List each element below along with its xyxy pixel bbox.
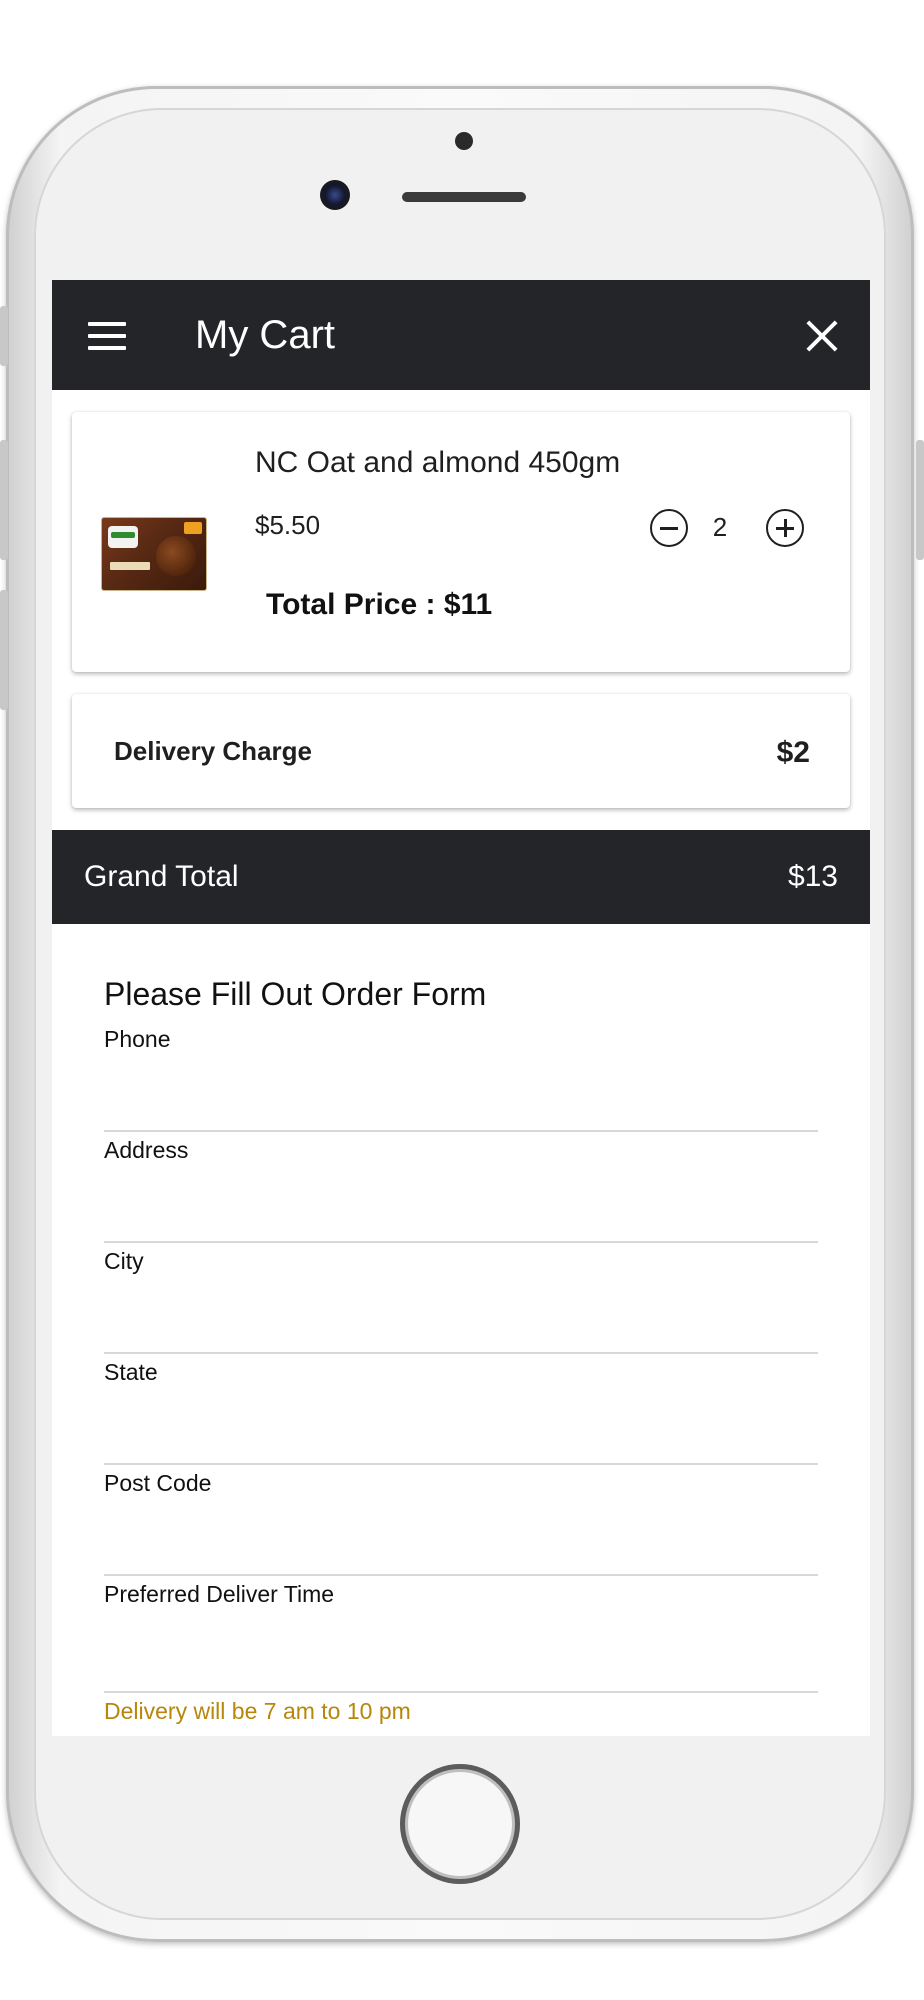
delivery-charge-card: Delivery Charge $2 (72, 694, 850, 808)
volume-up-button (0, 440, 8, 560)
post-code-label: Post Code (104, 1470, 212, 1496)
product-price: $5.50 (255, 510, 321, 540)
quantity-value: 2 (712, 512, 728, 542)
city-label: City (104, 1248, 144, 1274)
phone-label: Phone (104, 1026, 171, 1052)
page-title: My Cart (195, 313, 335, 357)
state-input[interactable] (104, 1389, 818, 1465)
delivery-hours-note: Delivery will be 7 am to 10 pm (104, 1698, 411, 1724)
hamburger-menu-icon[interactable] (88, 322, 126, 350)
volume-down-button (0, 590, 8, 710)
grand-total-bar: Grand Total $13 (52, 830, 870, 924)
grand-total-label: Grand Total (84, 860, 239, 893)
decrease-quantity-button[interactable] (650, 509, 688, 547)
phone-input[interactable] (104, 1056, 818, 1132)
silent-switch (0, 306, 8, 366)
earpiece-speaker (402, 192, 526, 202)
power-button (916, 440, 924, 560)
preferred-delivery-time-label: Preferred Deliver Time (104, 1581, 335, 1607)
address-input[interactable] (104, 1167, 818, 1243)
increase-quantity-button[interactable] (766, 509, 804, 547)
item-total-price: Total Price : $11 (266, 588, 493, 621)
proximity-sensor (455, 132, 473, 150)
preferred-delivery-time-input[interactable] (104, 1611, 818, 1693)
city-input[interactable] (104, 1278, 818, 1354)
front-camera-icon (320, 180, 350, 210)
state-label: State (104, 1359, 158, 1385)
product-name: NC Oat and almond 450gm (255, 446, 621, 479)
app-bar: My Cart (52, 280, 870, 390)
order-form-title: Please Fill Out Order Form (104, 976, 487, 1012)
grand-total-value: $13 (787, 860, 838, 893)
app-screen: My Cart NC Oat and almond 450gm $5.50 2 … (52, 280, 870, 1736)
close-icon[interactable] (806, 320, 838, 352)
address-label: Address (104, 1137, 189, 1163)
delivery-charge-value: $2 (776, 736, 810, 769)
product-image (102, 518, 206, 590)
post-code-input[interactable] (104, 1500, 818, 1576)
home-button[interactable] (400, 1764, 520, 1884)
cart-item-card: NC Oat and almond 450gm $5.50 2 Total Pr… (72, 412, 850, 672)
delivery-charge-label: Delivery Charge (114, 736, 312, 766)
